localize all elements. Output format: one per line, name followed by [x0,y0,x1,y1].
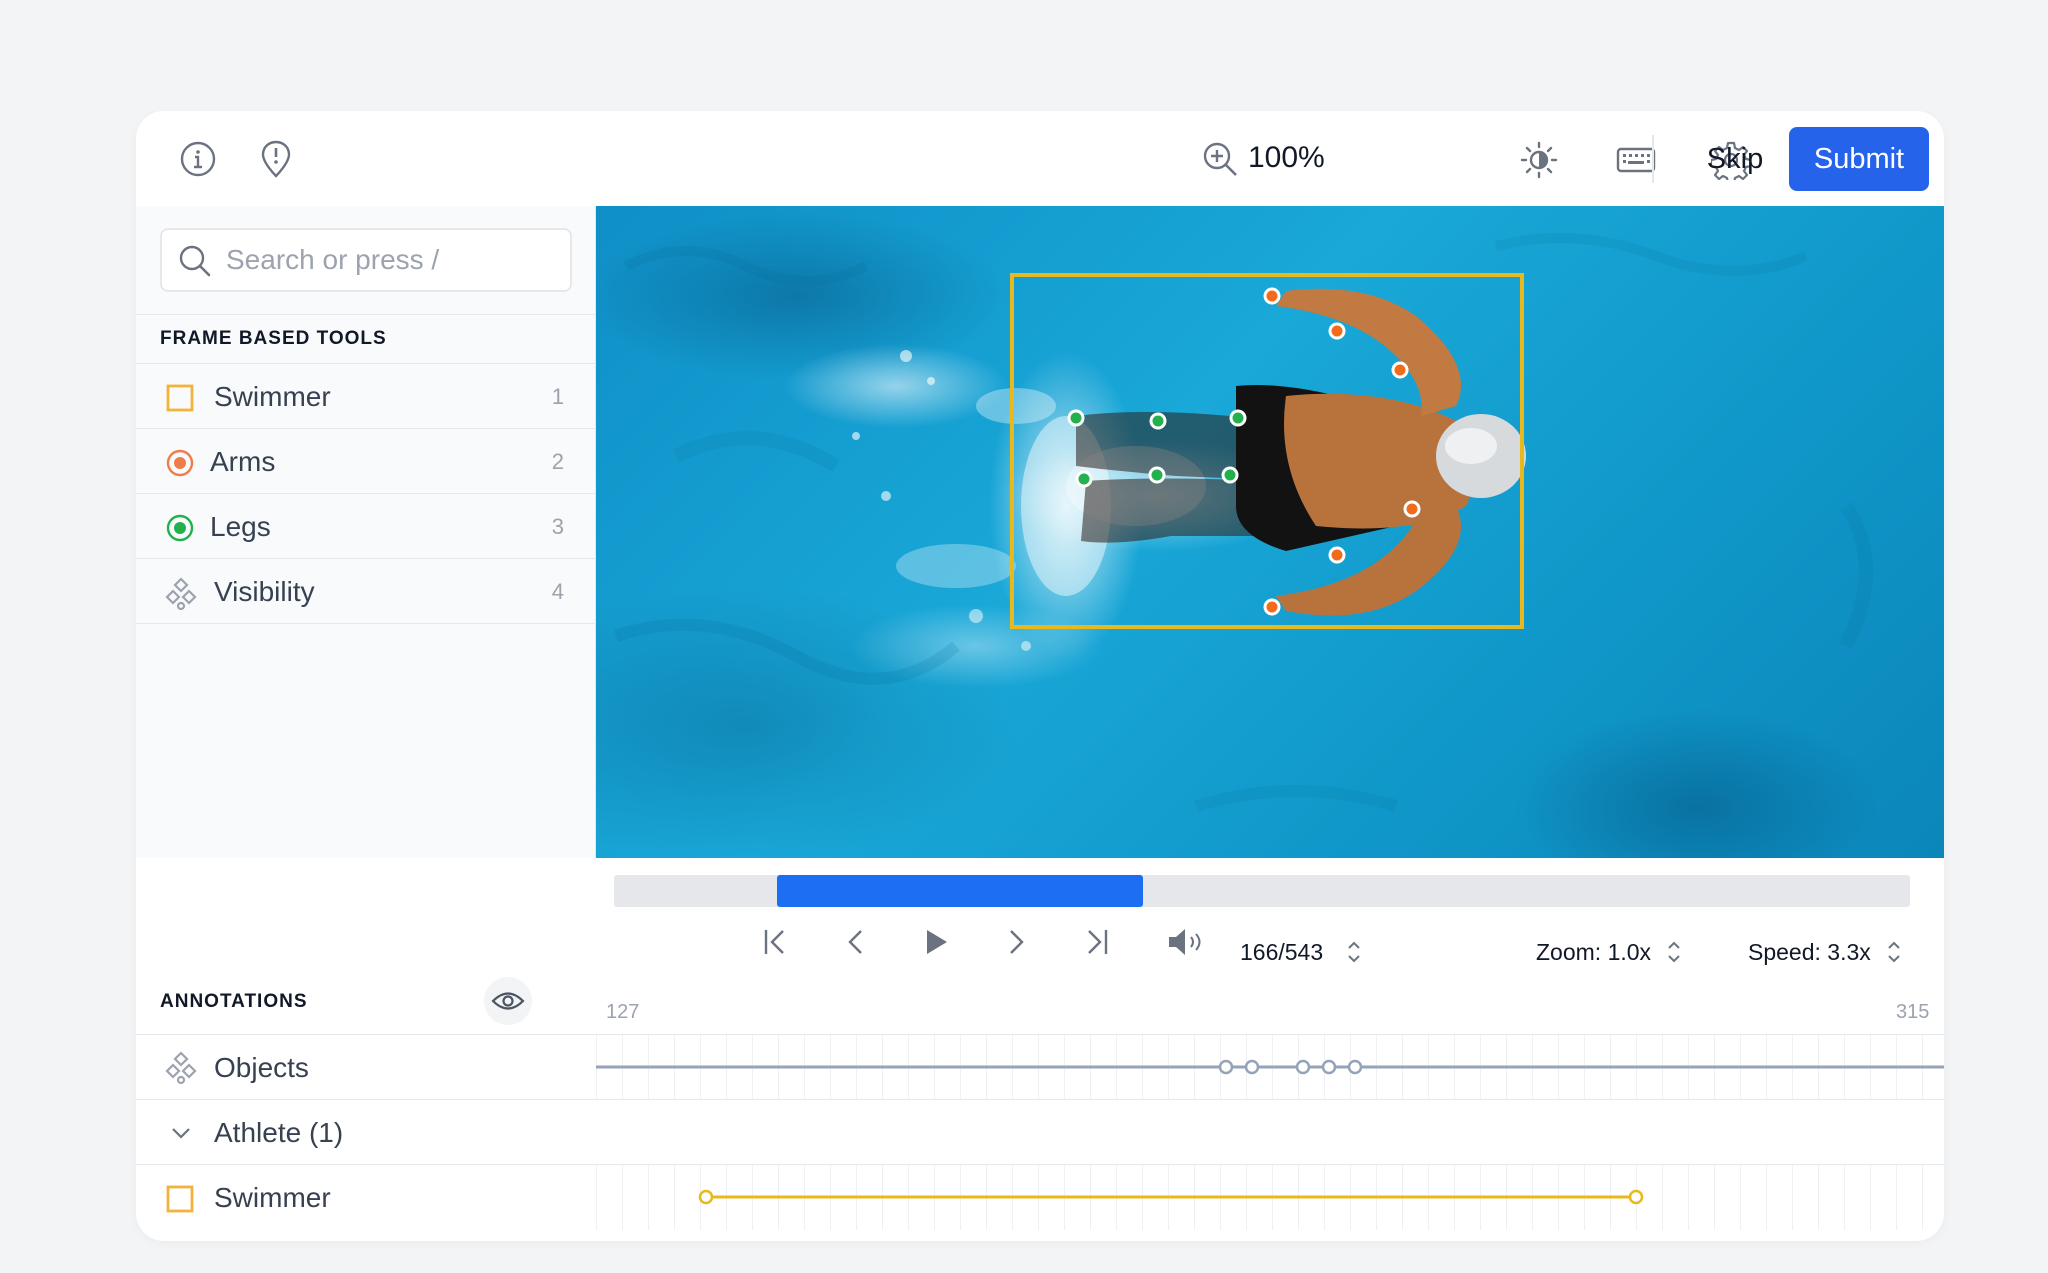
top-toolbar: 100% Skip Submit [136,111,1944,206]
info-icon[interactable] [174,135,222,183]
frame-based-tools-heading: FRAME BASED TOOLS [136,314,596,364]
toolbar-divider [1652,135,1654,183]
volume-icon[interactable] [1161,917,1211,967]
zoom-in-icon[interactable] [1198,137,1242,181]
frame-counter[interactable]: 166/543 [1240,939,1323,966]
timeline-scrubber[interactable] [614,875,1910,907]
bounding-box-icon [166,1185,194,1218]
tool-swimmer[interactable]: Swimmer 1 [136,364,596,429]
bounding-box-icon [166,384,194,412]
eye-icon[interactable] [484,977,532,1025]
annotation-row-swimmer[interactable]: Swimmer [136,1164,1944,1230]
issue-pin-icon[interactable] [252,133,300,185]
annotation-label: Athlete (1) [214,1117,344,1148]
arm-keypoint [1403,500,1421,518]
annotation-editor: 100% Skip Submit FRAME BASED TOOLS Swimm… [136,111,1944,1241]
keyframe-marker [1347,1059,1363,1075]
zoom-level[interactable]: 100% [1248,141,1325,175]
leg-keypoint [1221,466,1239,484]
timeline-range-end: 315 [1896,1001,1930,1023]
annotations-heading: ANNOTATIONS [160,991,308,1012]
objects-track[interactable] [596,1035,1944,1100]
tool-shortcut: 2 [551,449,564,474]
tool-label: Visibility [214,576,315,607]
timeline-progress[interactable] [777,875,1143,907]
tool-label: Legs [210,511,271,542]
leg-keypoint [1067,409,1085,427]
tools-panel: FRAME BASED TOOLS Swimmer 1 Arms 2 Legs … [136,206,596,858]
next-frame-icon[interactable] [991,917,1041,967]
skip-button[interactable]: Skip [1690,127,1780,191]
arm-keypoint [1391,361,1409,379]
keyframe-marker [1218,1059,1234,1075]
tool-label: Swimmer [214,381,331,412]
arm-keypoint [1263,598,1281,616]
play-icon[interactable] [911,917,961,967]
keyframe-marker [1295,1059,1311,1075]
skip-to-end-icon[interactable] [1071,917,1121,967]
keyframe-marker [1321,1059,1337,1075]
chevron-down-icon[interactable] [170,1122,192,1149]
annotation-label: Swimmer [214,1182,331,1213]
objects-icon [164,1051,198,1090]
annotation-row-athlete[interactable]: Athlete (1) [136,1099,1944,1164]
tool-legs[interactable]: Legs 3 [136,494,596,559]
swimmer-track[interactable] [596,1165,1944,1230]
leg-keypoint [1075,470,1093,488]
point-icon [166,449,194,477]
video-canvas[interactable] [596,206,1944,858]
arm-keypoint [1328,546,1346,564]
frame-stepper-icon[interactable] [1346,939,1362,970]
tool-label: Arms [210,446,276,477]
tool-shortcut: 1 [551,384,564,409]
arm-keypoint [1263,287,1281,305]
leg-keypoint [1229,409,1247,427]
submit-button[interactable]: Submit [1789,127,1929,191]
search-input[interactable] [226,238,556,282]
search-box[interactable] [160,228,572,292]
arm-keypoint [1328,322,1346,340]
keyframe-marker [1244,1059,1260,1075]
objects-icon [164,577,198,611]
playback-speed[interactable]: Speed: 3.3x [1748,939,1871,966]
point-icon [166,514,194,542]
tool-arms[interactable]: Arms 2 [136,429,596,494]
timeline-zoom[interactable]: Zoom: 1.0x [1536,939,1651,966]
speed-stepper-icon[interactable] [1886,939,1902,970]
leg-keypoint [1149,412,1167,430]
annotation-label: Objects [214,1052,309,1083]
tool-shortcut: 4 [551,579,564,604]
keyframe-marker [1628,1189,1644,1205]
previous-frame-icon[interactable] [831,917,881,967]
search-icon [178,244,212,283]
swimmer-figure [1076,288,1526,616]
keyframe-marker [698,1189,714,1205]
annotation-row-objects[interactable]: Objects [136,1034,1944,1100]
leg-keypoint [1148,466,1166,484]
timeline-range-start: 127 [606,1001,640,1023]
zoom-stepper-icon[interactable] [1666,939,1682,970]
tool-shortcut: 3 [551,514,564,539]
brightness-icon[interactable] [1516,137,1562,183]
skip-to-start-icon[interactable] [751,917,801,967]
tool-visibility[interactable]: Visibility 4 [136,559,596,624]
